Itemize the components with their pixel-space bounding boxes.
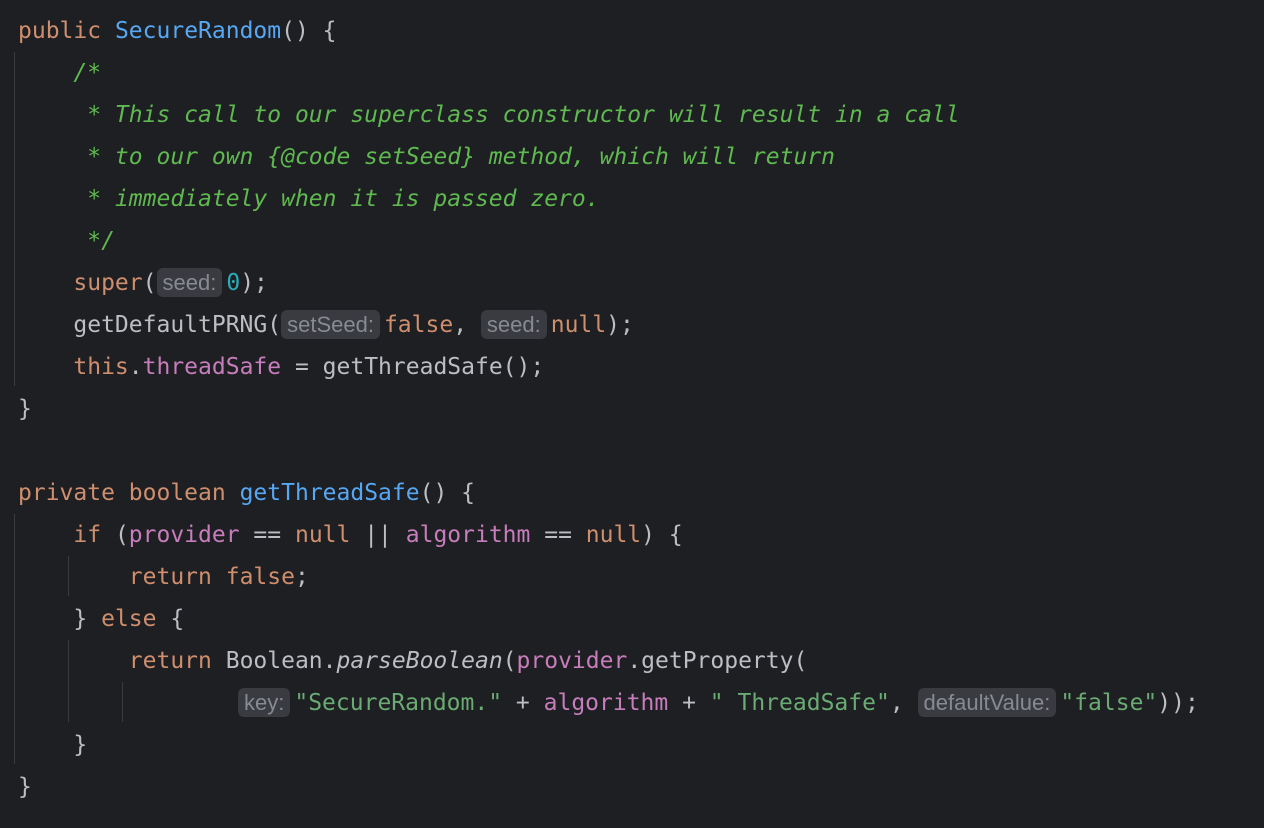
code-line[interactable]: key: "SecureRandom." + algorithm + " Thre… [238,682,1199,724]
code-text: Boolean. [211,648,337,674]
keyword: return [128,648,212,674]
indent-guide [122,682,123,722]
code-line[interactable]: super(seed: 0); [18,262,268,304]
code-text: || [350,522,406,548]
code-text: { [156,606,185,632]
code-line[interactable]: getDefaultPRNG(setSeed: false, seed: null)… [18,304,634,346]
code-text: () { [281,18,337,44]
number-literal: 0 [226,270,241,296]
closing-brace: } [18,396,32,422]
string-literal: "SecureRandom." [294,690,503,716]
field-reference[interactable]: provider [517,648,628,674]
code-line[interactable]: } [18,766,32,808]
code-text: )); [1157,690,1199,716]
field-reference[interactable]: threadSafe [143,354,281,380]
code-text: == [239,522,295,548]
method-call[interactable]: getDefaultPRNG( [73,312,281,338]
keyword: public [18,18,102,44]
code-text: . [128,354,143,380]
code-line[interactable]: /* [18,52,101,94]
keyword: null [294,522,351,548]
code-text: ) { [641,522,683,548]
indent-guide [14,514,15,764]
field-reference[interactable]: provider [129,522,240,548]
keyword: null [585,522,642,548]
string-literal: " ThreadSafe" [709,690,890,716]
comment: /* [73,60,102,86]
parameter-hint: key: [238,688,291,717]
code-text: ( [142,270,157,296]
parameter-hint: seed: [480,310,547,339]
code-text: () { [419,480,475,506]
code-editor[interactable]: public SecureRandom() { /* * This call t… [0,0,1264,828]
code-text: = getThreadSafe(); [281,354,545,380]
keyword: private boolean [18,480,226,506]
code-line[interactable]: } [18,724,87,766]
code-text: ( [502,648,517,674]
indent-guide [14,52,15,386]
string-literal: "false" [1060,690,1158,716]
field-reference[interactable]: algorithm [544,690,669,716]
parameter-hint: seed: [156,268,223,297]
comment: * This call to our superclass constructo… [73,102,960,128]
code-text: ( [101,522,129,548]
field-reference[interactable]: algorithm [406,522,531,548]
code-line[interactable]: if (provider == null || algorithm == nul… [18,514,683,556]
keyword: false [383,312,454,338]
code-text: + [668,690,710,716]
code-line[interactable]: return Boolean.parseBoolean(provider.get… [18,640,808,682]
code-line[interactable]: * This call to our superclass constructo… [18,94,960,136]
keyword: else [101,606,157,632]
parameter-hint: defaultValue: [917,688,1057,717]
code-text: + [502,690,544,716]
closing-brace: } [18,774,32,800]
code-text: == [530,522,586,548]
code-line[interactable]: return false; [18,556,309,598]
keyword: null [550,312,607,338]
comment: * immediately when it is passed zero. [73,186,600,212]
keyword: if [73,522,102,548]
code-line[interactable]: } else { [18,598,184,640]
code-line[interactable]: this.threadSafe = getThreadSafe(); [18,346,544,388]
keyword: this [73,354,129,380]
code-line[interactable]: public SecureRandom() { [18,10,337,52]
code-text: ; [294,564,309,590]
code-line[interactable]: */ [18,220,115,262]
comment: */ [73,228,115,254]
code-line[interactable]: * to our own {@code setSeed} method, whi… [18,136,835,178]
closing-brace: } [73,732,88,758]
code-line[interactable]: } [18,388,32,430]
code-text: , [453,312,481,338]
code-text: , [889,690,918,716]
keyword: return [128,564,212,590]
keyword: false [225,564,295,590]
code-text: .getProperty( [627,648,808,674]
code-text: ); [606,312,634,338]
code-line[interactable]: * immediately when it is passed zero. [18,178,600,220]
method-name[interactable]: getThreadSafe [240,480,420,506]
code-text: ); [240,270,268,296]
code-text: } [73,606,102,632]
comment: * to our own {@code setSeed} method, whi… [73,144,835,170]
parameter-hint: setSeed: [281,310,380,339]
static-method-call[interactable]: parseBoolean [337,648,503,674]
code-line[interactable]: private boolean getThreadSafe() { [18,472,475,514]
keyword: super [73,270,143,296]
constructor-name[interactable]: SecureRandom [115,18,281,44]
